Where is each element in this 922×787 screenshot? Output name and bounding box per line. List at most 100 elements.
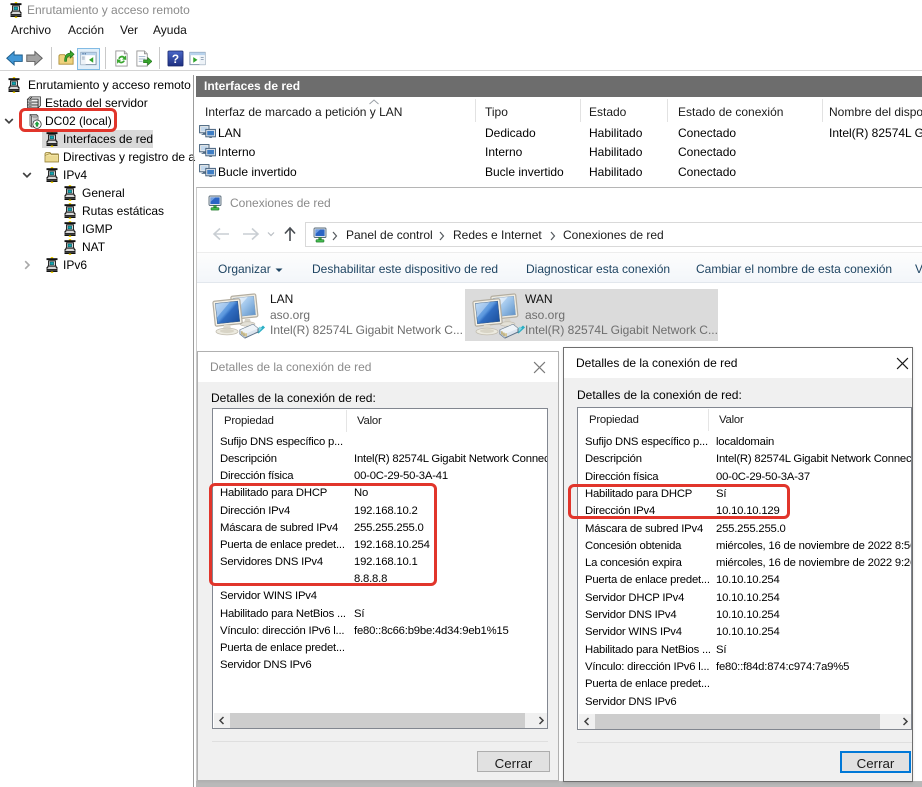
command-deshabilitar[interactable]: Deshabilitar este dispositivo de red (312, 262, 498, 276)
column-separator[interactable] (475, 99, 476, 122)
pane-divider[interactable] (193, 75, 194, 787)
chevron-down-icon[interactable] (4, 116, 14, 126)
tree-item-rutas-est-ticas[interactable]: Rutas estáticas (0, 202, 193, 220)
list-cell-conexion: Conectado (678, 165, 736, 179)
breadcrumb-item[interactable]: Panel de control (346, 228, 433, 242)
scrollbar-thumb[interactable] (595, 714, 880, 729)
close-icon[interactable] (533, 361, 546, 374)
property-value: miércoles, 16 de noviembre de 2022 9:26 (716, 557, 912, 569)
dialog-titlebar[interactable]: Detalles de la conexión de red (198, 352, 558, 382)
address-bar[interactable]: Panel de control Redes e Internet Conexion… (305, 222, 922, 247)
nav-up-icon[interactable] (283, 226, 297, 242)
tree-item-igmp[interactable]: IGMP (0, 220, 193, 238)
list-cell-name[interactable]: Bucle invertido (218, 165, 297, 179)
property-value: 10.10.10.254 (716, 574, 780, 586)
show-action-pane-icon[interactable] (189, 50, 206, 67)
back-icon[interactable] (6, 50, 23, 67)
chevron-right-icon[interactable] (22, 260, 32, 270)
breadcrumb-item[interactable]: Redes e Internet (453, 228, 542, 242)
scroll-right-button[interactable] (896, 714, 912, 729)
list-cell-tipo: Dedicado (485, 126, 536, 140)
interface-icon (199, 125, 216, 139)
node-icon (44, 167, 60, 183)
breadcrumb-item[interactable]: Conexiones de red (563, 228, 664, 242)
scroll-left-button[interactable] (214, 713, 230, 728)
tree-item-nat[interactable]: NAT (0, 238, 193, 256)
menu-archivo[interactable]: Archivo (11, 23, 51, 37)
list-cell-conexion: Conectado (678, 126, 736, 140)
horizontal-scrollbar[interactable] (214, 713, 548, 728)
column-header-propiedad[interactable]: Propiedad (224, 415, 274, 427)
column-separator[interactable] (708, 409, 709, 431)
tree-item-ipv6[interactable]: IPv6 (0, 256, 193, 274)
tree-item-ipv4[interactable]: IPv4 (0, 166, 193, 184)
column-separator[interactable] (822, 99, 823, 122)
command-diagnosticar[interactable]: Diagnosticar esta conexión (526, 262, 670, 276)
tree-item-label: Enrutamiento y acceso remoto (28, 78, 191, 92)
command-v[interactable]: V (915, 262, 922, 276)
connection-device: Intel(R) 82574L Gigabit Network C... (525, 323, 718, 337)
connection-name: LAN (270, 292, 293, 306)
column-header[interactable]: Tipo (485, 105, 508, 119)
column-header-valor[interactable]: Valor (719, 414, 744, 426)
property-name: Servidor DNS IPv6 (585, 696, 714, 708)
menu-accin[interactable]: Acción (68, 23, 104, 37)
tree-item-interfaces-de-red[interactable]: Interfaces de red (0, 130, 193, 148)
list-cell-tipo: Interno (485, 145, 522, 159)
up-folder-icon[interactable] (58, 50, 75, 67)
scroll-left-icon[interactable] (583, 717, 591, 726)
help-icon[interactable] (167, 50, 184, 67)
column-header-valor[interactable]: Valor (357, 415, 382, 427)
menu-ayuda[interactable]: Ayuda (153, 23, 187, 37)
show-console-tree-icon[interactable] (80, 50, 97, 67)
dialog-title: Detalles de la conexión de red (210, 360, 371, 374)
column-header[interactable]: Interfaz de marcado a petición y LAN (205, 105, 402, 119)
list-cell-conexion: Conectado (678, 145, 736, 159)
scroll-left-button[interactable] (579, 714, 595, 729)
command-cambiar[interactable]: Cambiar el nombre de esta conexión (696, 262, 892, 276)
organizar-dropdown-icon[interactable] (275, 268, 283, 273)
tree-item-label: NAT (82, 240, 105, 254)
property-value: 255.255.255.0 (716, 523, 786, 535)
property-name: Puerta de enlace predet... (585, 678, 714, 690)
property-name: Puerta de enlace predet... (585, 574, 714, 586)
column-header[interactable]: Estado (589, 105, 626, 119)
close-icon[interactable] (896, 357, 909, 370)
dialog-titlebar[interactable]: Detalles de la conexión de red (564, 348, 912, 378)
nav-forward-icon[interactable] (241, 227, 261, 241)
chevron-down-icon[interactable] (22, 170, 32, 180)
scroll-right-icon[interactable] (537, 716, 545, 725)
mmc-menubar: Archivo Acción Ver Ayuda (0, 20, 922, 40)
node-icon (62, 185, 78, 201)
connection-domain: aso.org (525, 308, 565, 322)
toolbar-separator (105, 47, 106, 69)
column-separator[interactable] (667, 99, 668, 122)
export-list-icon[interactable] (135, 50, 152, 67)
column-separator[interactable] (580, 99, 581, 122)
scroll-right-icon[interactable] (901, 717, 909, 726)
tree-item-directivas-y-registro-de-a[interactable]: Directivas y registro de a (0, 148, 193, 166)
menu-ver[interactable]: Ver (120, 23, 138, 37)
list-cell-name[interactable]: Interno (218, 145, 255, 159)
horizontal-scrollbar[interactable] (579, 714, 912, 729)
close-button[interactable]: Cerrar (477, 751, 550, 772)
property-name: Servidor DNS IPv6 (220, 659, 352, 671)
column-header-propiedad[interactable]: Propiedad (589, 414, 639, 426)
scrollbar-thumb[interactable] (230, 713, 525, 728)
column-separator[interactable] (346, 410, 347, 432)
refresh-icon[interactable] (113, 50, 130, 67)
nav-history-dropdown-icon[interactable] (267, 231, 275, 237)
nav-back-icon[interactable] (211, 227, 231, 241)
column-header[interactable]: Estado de conexión (678, 105, 783, 119)
scroll-left-icon[interactable] (218, 716, 226, 725)
close-button[interactable]: Cerrar (840, 751, 911, 773)
column-header[interactable]: Nombre del dispo (829, 105, 922, 119)
tree-item-enrutamiento-y-acceso-remoto[interactable]: Enrutamiento y acceso remoto (0, 76, 193, 94)
scroll-right-button[interactable] (532, 713, 548, 728)
forward-icon[interactable] (26, 50, 43, 67)
tree-item-general[interactable]: General (0, 184, 193, 202)
property-name: Vínculo: dirección IPv6 l... (220, 625, 352, 637)
list-cell-name[interactable]: LAN (218, 126, 241, 140)
dialog-separator (577, 742, 912, 743)
command-organizar[interactable]: Organizar (218, 262, 271, 276)
